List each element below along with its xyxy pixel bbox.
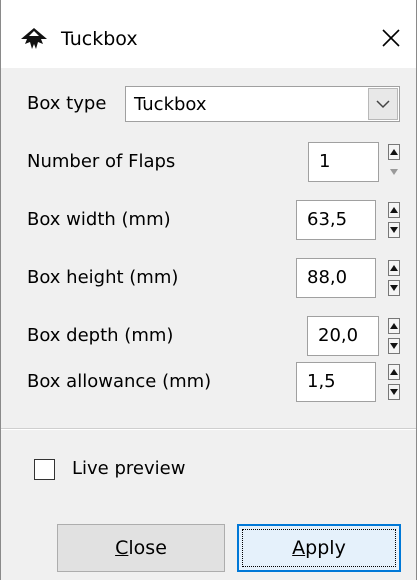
box-width-spinner: [385, 200, 403, 240]
arrow-up-icon: [388, 144, 400, 160]
close-window-button[interactable]: [366, 16, 416, 60]
number-of-flaps-decrement-button[interactable]: [385, 162, 403, 182]
box-allowance-increment-button[interactable]: [385, 362, 403, 382]
number-of-flaps-input[interactable]: 1: [308, 142, 379, 182]
box-height-decrement-button[interactable]: [385, 278, 403, 298]
box-height-input[interactable]: 88,0: [296, 258, 376, 298]
arrow-up-icon: [388, 364, 400, 380]
close-icon: [382, 29, 400, 47]
box-allowance-value: 1,5: [307, 371, 336, 392]
box-depth-decrement-button[interactable]: [385, 336, 403, 356]
box-width-decrement-button[interactable]: [385, 220, 403, 240]
box-height-spinner: [385, 258, 403, 298]
box-width-value: 63,5: [307, 209, 348, 230]
box-type-label: Box type: [27, 93, 107, 114]
box-height-value: 88,0: [307, 267, 348, 288]
arrow-down-icon: [388, 338, 400, 354]
box-depth-value: 20,0: [318, 325, 359, 346]
live-preview-checkbox[interactable]: [34, 459, 55, 480]
box-type-dropdown-button[interactable]: [368, 88, 398, 120]
box-allowance-spinner: [385, 362, 403, 402]
box-allowance-input[interactable]: 1,5: [296, 362, 376, 402]
box-allowance-label: Box allowance (mm): [27, 371, 212, 392]
arrow-up-icon: [388, 260, 400, 276]
close-button-label: lose: [128, 537, 167, 559]
number-of-flaps-label: Number of Flaps: [27, 151, 176, 172]
box-type-select[interactable]: Tuckbox: [125, 86, 400, 122]
close-button-mnemonic: C: [115, 537, 129, 559]
focus-ring: [242, 529, 396, 567]
inkscape-icon: [21, 28, 47, 49]
arrow-down-icon: [388, 384, 400, 400]
box-depth-label: Box depth (mm): [27, 325, 174, 346]
number-of-flaps-spinner: [385, 142, 403, 182]
arrow-down-icon: [388, 280, 400, 296]
arrow-down-icon: [390, 169, 398, 175]
box-depth-increment-button[interactable]: [385, 316, 403, 336]
close-button[interactable]: Close: [57, 524, 225, 572]
box-type-value: Tuckbox: [134, 94, 207, 115]
box-height-increment-button[interactable]: [385, 258, 403, 278]
number-of-flaps-increment-button[interactable]: [385, 142, 403, 162]
arrow-up-icon: [388, 202, 400, 218]
title-bar[interactable]: Tuckbox: [1, 0, 416, 68]
box-depth-spinner: [385, 316, 403, 356]
separator: [1, 428, 416, 430]
chevron-down-icon: [376, 100, 390, 109]
box-width-input[interactable]: 63,5: [296, 200, 376, 240]
box-width-label: Box width (mm): [27, 209, 171, 230]
window-title: Tuckbox: [61, 28, 138, 50]
number-of-flaps-value: 1: [319, 151, 331, 172]
apply-button[interactable]: Apply: [237, 524, 401, 572]
arrow-down-icon: [388, 222, 400, 238]
box-height-label: Box height (mm): [27, 267, 179, 288]
box-depth-input[interactable]: 20,0: [307, 316, 379, 356]
button-bar: Close Apply: [1, 496, 416, 580]
tuckbox-dialog: Tuckbox Box type Tuckbox Number of Flaps…: [0, 0, 417, 580]
arrow-up-icon: [388, 318, 400, 334]
live-preview-label[interactable]: Live preview: [72, 457, 185, 481]
dialog-content: Box type Tuckbox Number of Flaps 1 Box w…: [1, 68, 416, 580]
box-allowance-decrement-button[interactable]: [385, 382, 403, 402]
box-width-increment-button[interactable]: [385, 200, 403, 220]
